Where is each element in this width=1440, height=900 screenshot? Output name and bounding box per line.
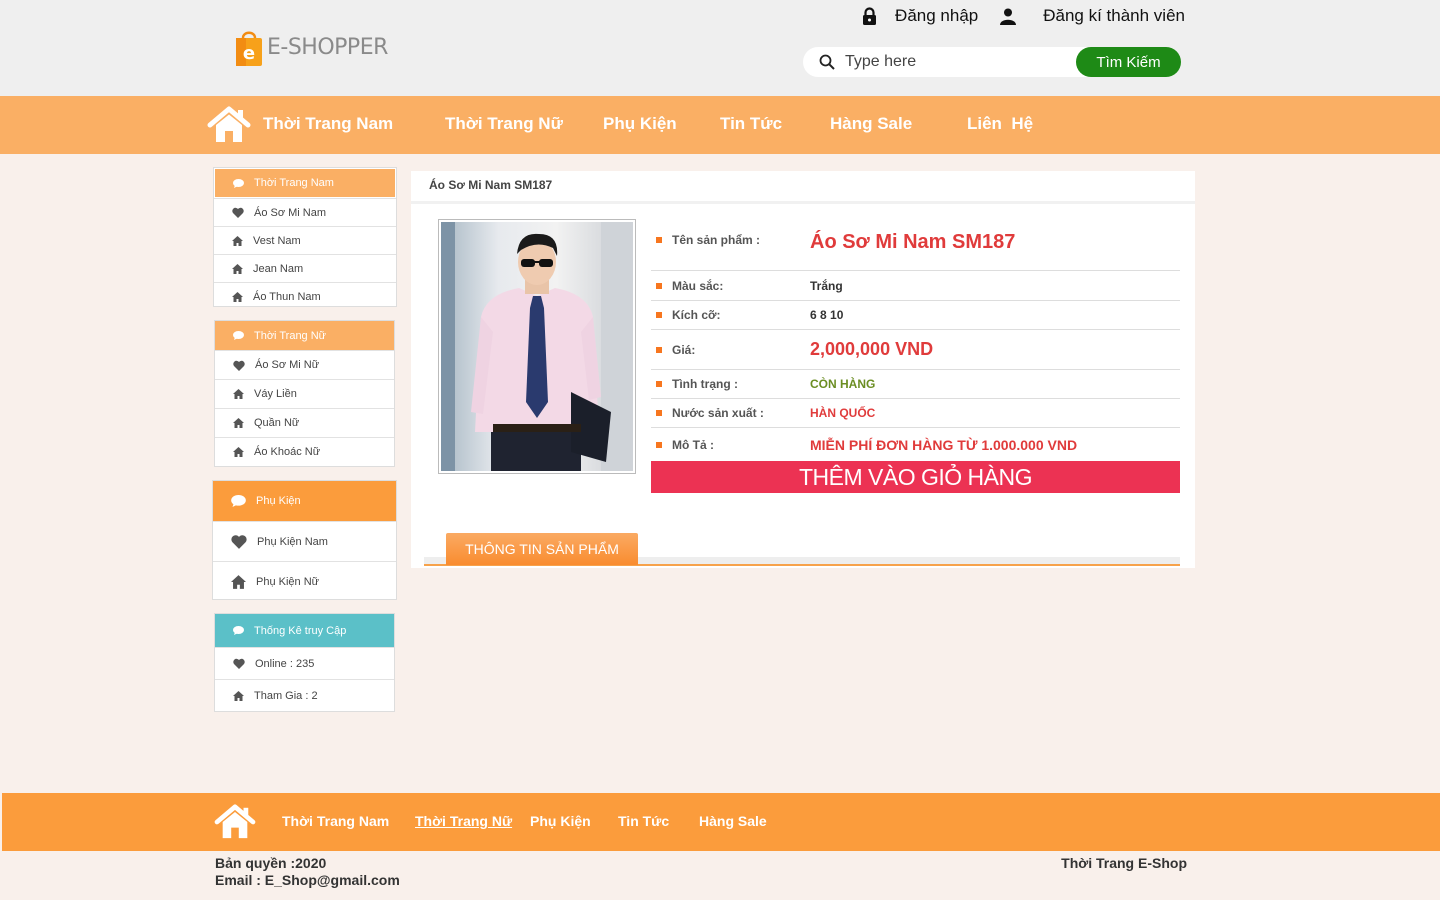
search-bar: Tìm Kiếm: [803, 47, 1181, 77]
footer-nav-sale[interactable]: Hàng Sale: [699, 813, 767, 829]
row-status: Tình trạng : CÒN HÀNG: [651, 370, 1180, 399]
sidebar-item[interactable]: Quần Nữ: [215, 408, 394, 437]
tab-product-info[interactable]: THÔNG TIN SẢN PHẨM: [446, 533, 638, 565]
sidebar-item[interactable]: Áo Sơ Mi Nam: [214, 198, 396, 226]
search-button[interactable]: Tìm Kiếm: [1076, 47, 1181, 77]
house-icon: [232, 291, 243, 302]
house-icon: [233, 690, 244, 701]
nav-women[interactable]: Thời Trang Nữ: [445, 114, 563, 134]
site-logo[interactable]: e E-SHOPPER: [234, 28, 388, 66]
nav-sale[interactable]: Hàng Sale: [830, 114, 912, 134]
logo-letter: e: [243, 43, 255, 64]
stats-online: Online : 235: [215, 647, 394, 679]
search-icon: [819, 54, 835, 70]
copyright-text: Bản quyền :2020: [215, 855, 327, 871]
nav-news[interactable]: Tin Tức: [720, 114, 782, 134]
product-photo: [441, 222, 633, 471]
chat-bubble-icon: [233, 626, 244, 635]
user-icon: [1000, 8, 1017, 25]
product-origin: HÀN QUỐC: [810, 406, 876, 420]
product-price: 2,000,000 VND: [810, 339, 934, 359]
sidebar-women-title[interactable]: Thời Trang Nữ: [215, 321, 394, 350]
logo-text: E-SHOPPER: [267, 34, 388, 60]
bullet-icon: [656, 441, 662, 448]
sidebar-accessories-title[interactable]: Phụ Kiện: [213, 481, 396, 521]
house-icon: [231, 574, 246, 589]
bullet-icon: [656, 346, 662, 353]
footer-nav: Thời Trang Nam Thời Trang Nữ Phụ Kiện Ti…: [2, 793, 1440, 851]
product-image[interactable]: [438, 219, 636, 474]
stats-members: Tham Gia : 2: [215, 679, 394, 711]
sidebar-item[interactable]: Jean Nam: [214, 254, 396, 282]
home-icon[interactable]: [207, 106, 251, 149]
row-description: Mô Tả : MIỄN PHÍ ĐƠN HÀNG TỪ 1.000.000 V…: [651, 428, 1180, 461]
lock-icon: [863, 7, 877, 25]
heart-icon: [231, 535, 247, 549]
product-color: Trắng: [810, 278, 843, 293]
search-input[interactable]: [845, 53, 1065, 71]
heart-icon: [233, 658, 245, 669]
house-icon: [232, 235, 243, 246]
bullet-icon: [656, 312, 662, 318]
account-links: Đăng nhập Đăng kí thành viên: [862, 6, 1185, 26]
home-icon[interactable]: [214, 804, 256, 845]
sidebar-accessories: Phụ Kiện Phụ Kiện Nam Phụ Kiện Nữ: [212, 480, 397, 600]
sidebar-item[interactable]: Áo Khoác Nữ: [215, 437, 394, 466]
product-name: Áo Sơ Mi Nam SM187: [810, 231, 1016, 253]
footer-nav-men[interactable]: Thời Trang Nam: [282, 813, 389, 829]
sidebar-women: Thời Trang Nữ Áo Sơ Mi Nữ Váy Liền Quần …: [214, 320, 395, 467]
chat-bubble-icon: [231, 495, 246, 507]
chat-bubble-icon: [233, 331, 244, 340]
login-label: Đăng nhập: [895, 6, 979, 25]
product-size: 6 8 10: [810, 308, 844, 322]
sidebar-stats-title: Thống Kê truy Cập: [215, 614, 394, 647]
bullet-icon: [656, 381, 662, 387]
sidebar-item[interactable]: Vest Nam: [214, 226, 396, 254]
sidebar-men: Thời Trang Nam Áo Sơ Mi Nam Vest Nam Jea…: [213, 167, 397, 307]
footer-nav-women[interactable]: Thời Trang Nữ: [415, 813, 512, 829]
sidebar-item[interactable]: Phụ Kiện Nữ: [213, 561, 396, 601]
row-name: Tên sản phẩm : Áo Sơ Mi Nam SM187: [651, 219, 1180, 271]
nav-accessories[interactable]: Phụ Kiện: [603, 114, 677, 134]
sidebar-item[interactable]: Phụ Kiện Nam: [213, 521, 396, 561]
footer-nav-news[interactable]: Tin Tức: [618, 813, 669, 829]
login-link[interactable]: Đăng nhập: [862, 6, 978, 26]
chat-bubble-icon: [233, 178, 244, 188]
sidebar-item[interactable]: Váy Liền: [215, 379, 394, 408]
footer-info: Bản quyền :2020 Email : E_Shop@gmail.com: [215, 855, 400, 889]
sidebar-item[interactable]: Áo Thun Nam: [214, 282, 396, 310]
sidebar-stats: Thống Kê truy Cập Online : 235 Tham Gia …: [214, 613, 395, 712]
shopping-bag-icon: e: [234, 28, 264, 66]
main-nav: Thời Trang Nam Thời Trang Nữ Phụ Kiện Ti…: [0, 96, 1440, 154]
product-detail: Áo Sơ Mi Nam SM187 Tên sản phẩm: Áo Sơ …: [411, 171, 1195, 568]
row-origin: Nước sản xuất : HÀN QUỐC: [651, 399, 1180, 428]
register-link[interactable]: Đăng kí thành viên: [1000, 6, 1185, 26]
add-to-cart-button[interactable]: THÊM VÀO GIỎ HÀNG: [651, 461, 1180, 493]
bullet-icon: [656, 282, 662, 289]
email-text: Email : E_Shop@gmail.com: [215, 872, 400, 888]
house-icon: [232, 263, 243, 274]
heart-icon: [232, 207, 244, 218]
register-label: Đăng kí thành viên: [1043, 6, 1185, 25]
product-description: MIỄN PHÍ ĐƠN HÀNG TỪ 1.000.000 VND: [810, 436, 1078, 453]
bullet-icon: [656, 237, 662, 243]
house-icon: [233, 418, 244, 428]
row-price: Giá: 2,000,000 VND: [651, 330, 1180, 370]
row-color: Màu sắc: Trắng: [651, 271, 1180, 301]
row-size: Kích cỡ: 6 8 10: [651, 301, 1180, 330]
sidebar-item[interactable]: Áo Sơ Mi Nữ: [215, 350, 394, 379]
footer-brand: Thời Trang E-Shop: [1061, 855, 1187, 871]
top-header: e E-SHOPPER Đăng nhập Đăng kí thành viên: [0, 0, 1440, 96]
product-info-table: Tên sản phẩm : Áo Sơ Mi Nam SM187 Màu sắ…: [651, 219, 1180, 461]
nav-contact[interactable]: Liên Hệ: [967, 114, 1033, 134]
product-status: CÒN HÀNG: [810, 377, 876, 391]
heart-icon: [233, 360, 245, 371]
nav-men[interactable]: Thời Trang Nam: [263, 114, 393, 134]
house-icon: [233, 389, 244, 399]
breadcrumb: Áo Sơ Mi Nam SM187: [411, 171, 1195, 204]
footer-nav-accessories[interactable]: Phụ Kiện: [530, 813, 591, 829]
bullet-icon: [656, 410, 662, 416]
house-icon: [233, 447, 244, 457]
sidebar-men-title[interactable]: Thời Trang Nam: [215, 169, 395, 197]
